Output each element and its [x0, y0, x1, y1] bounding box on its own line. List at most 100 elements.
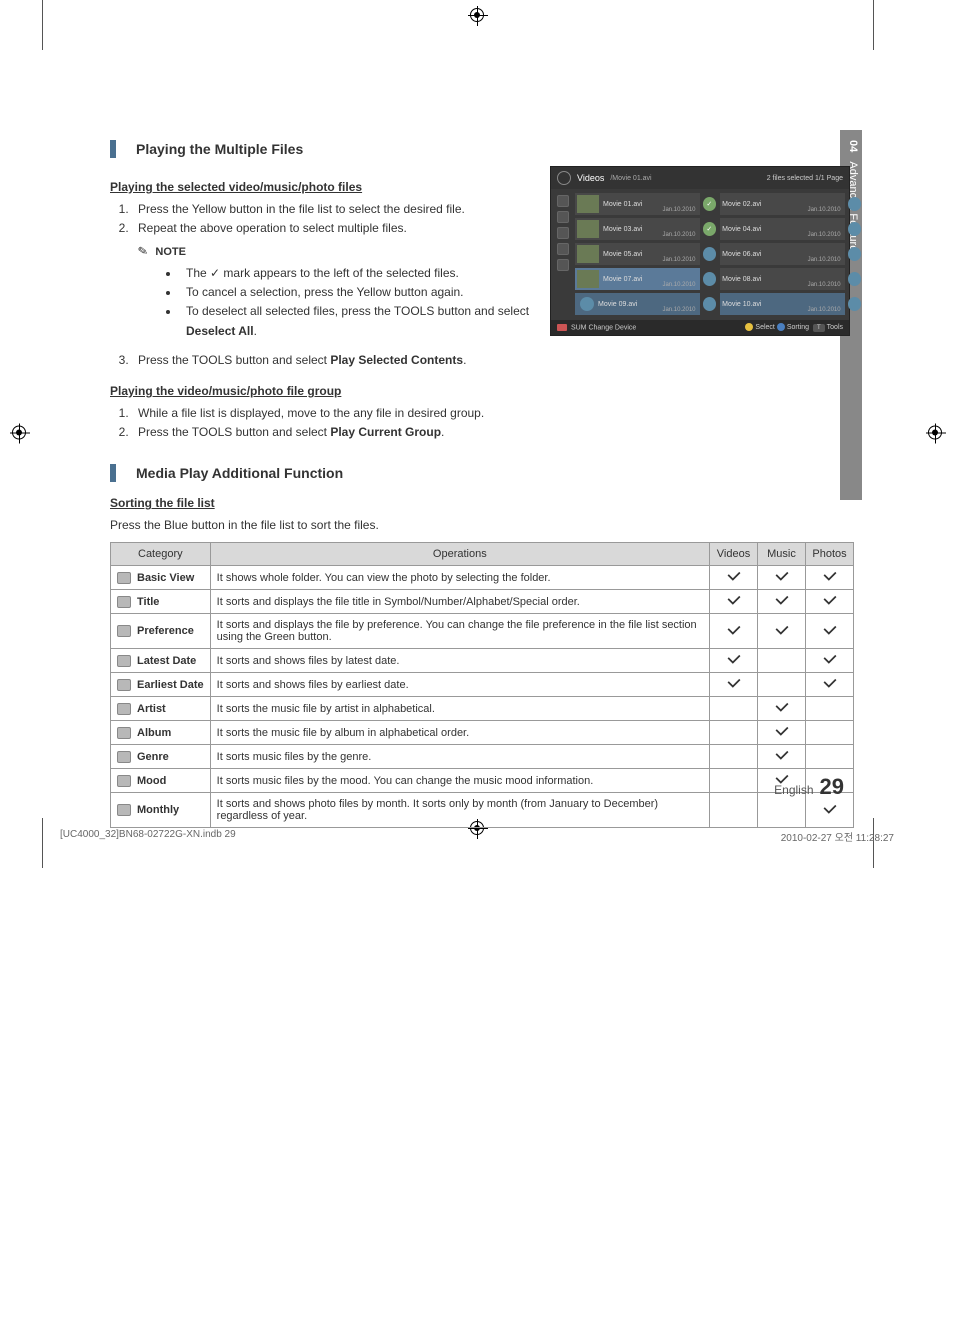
check-icon [727, 654, 741, 667]
operation-cell: It shows whole folder. You can view the … [210, 566, 709, 590]
table-row: Latest DateIt sorts and shows files by l… [111, 649, 854, 673]
file-date: Jan.10.2010 [808, 207, 841, 213]
blue-button-icon [777, 323, 785, 331]
operation-cell: It sorts and shows files by latest date. [210, 649, 709, 673]
category-icon [117, 804, 131, 816]
file-date: Jan.10.2010 [808, 307, 841, 313]
check-icon [727, 595, 741, 608]
check-icon [823, 625, 837, 638]
check-cell [758, 649, 806, 673]
sum-icon [557, 324, 567, 331]
check-cell [710, 697, 758, 721]
category-cell: Album [111, 721, 211, 745]
subheading: Playing the video/music/photo file group [110, 384, 530, 398]
step-item: While a file list is displayed, move to … [132, 404, 530, 423]
category-icon [117, 655, 131, 667]
check-icon [775, 595, 789, 608]
check-cell [806, 590, 854, 614]
file-date: Jan.10.2010 [808, 282, 841, 288]
selection-badge-icon [703, 247, 717, 261]
note-item: To cancel a selection, press the Yellow … [180, 283, 530, 302]
section-bar-icon [110, 464, 116, 482]
selection-badge-icon [848, 272, 862, 286]
tv-file-item: Movie 08.avi Jan.10.2010 [720, 268, 861, 290]
step-list: While a file list is displayed, move to … [110, 404, 530, 442]
note-label: NOTE [155, 246, 186, 258]
note-item: To deselect all selected files, press th… [180, 302, 530, 340]
table-row: PreferenceIt sorts and displays the file… [111, 614, 854, 649]
tv-file-item: Movie 10.avi Jan.10.2010 [720, 293, 861, 315]
operation-cell: It sorts the music file by artist in alp… [210, 697, 709, 721]
table-row: TitleIt sorts and displays the file titl… [111, 590, 854, 614]
category-cell: Title [111, 590, 211, 614]
check-icon [727, 678, 741, 691]
operation-cell: It sorts the music file by album in alph… [210, 721, 709, 745]
check-cell [806, 649, 854, 673]
file-date: Jan.10.2010 [808, 257, 841, 263]
operation-cell: It sorts and shows files by earliest dat… [210, 673, 709, 697]
file-date: Jan.10.2010 [662, 207, 695, 213]
tv-file-item: Movie 02.avi Jan.10.2010 [720, 193, 861, 215]
operation-cell: It sorts and displays the file title in … [210, 590, 709, 614]
thumbnail-icon [577, 195, 599, 213]
selection-badge-icon: ✓ [703, 197, 717, 211]
file-name: Movie 10.avi [722, 301, 761, 308]
body-text: Press the Blue button in the file list t… [110, 516, 854, 534]
check-icon [727, 625, 741, 638]
file-name: Movie 07.avi [603, 276, 642, 283]
table-row: GenreIt sorts music files by the genre. [111, 745, 854, 769]
check-cell [806, 697, 854, 721]
category-cell: Preference [111, 614, 211, 649]
file-date: Jan.10.2010 [662, 307, 695, 313]
section-heading: Playing the Multiple Files [110, 140, 854, 158]
table-row: MonthlyIt sorts and shows photo files by… [111, 793, 854, 828]
category-icon [117, 703, 131, 715]
check-cell [758, 614, 806, 649]
tv-header: Videos /Movie 01.avi 2 files selected 1/… [551, 167, 849, 189]
step-item: Repeat the above operation to select mul… [132, 219, 530, 341]
table-header: Videos [710, 543, 758, 566]
selection-badge-icon [848, 222, 862, 236]
check-cell [806, 566, 854, 590]
tv-file-item: Movie 05.aviJan.10.2010 [575, 243, 716, 265]
print-footer: [UC4000_32]BN68-02722G-XN.indb 29 2010-0… [60, 829, 894, 844]
check-cell [806, 673, 854, 697]
file-name: Movie 01.avi [603, 201, 642, 208]
sidebar-glyph-icon [557, 195, 569, 207]
sidebar-glyph-icon [557, 211, 569, 223]
category-cell: Basic View [111, 566, 211, 590]
selection-badge-icon [848, 197, 862, 211]
category-icon [117, 679, 131, 691]
file-name: Movie 05.avi [603, 251, 642, 258]
check-icon [823, 804, 837, 817]
note-list: The ✓ mark appears to the left of the se… [180, 264, 530, 341]
section-bar-icon [110, 140, 116, 158]
table-row: Earliest DateIt sorts and shows files by… [111, 673, 854, 697]
check-cell [758, 673, 806, 697]
tv-screenshot: Videos /Movie 01.avi 2 files selected 1/… [550, 166, 850, 336]
tv-header-path: /Movie 01.avi [610, 175, 766, 182]
file-name: Movie 08.avi [722, 276, 761, 283]
file-name: Movie 02.avi [722, 201, 761, 208]
operation-cell: It sorts music files by the genre. [210, 745, 709, 769]
table-header: Photos [806, 543, 854, 566]
table-row: Basic ViewIt shows whole folder. You can… [111, 566, 854, 590]
videos-icon [557, 171, 571, 185]
check-icon [823, 595, 837, 608]
footer-language: English [774, 783, 813, 797]
sidebar-glyph-icon [557, 243, 569, 255]
tv-file-item: Movie 01.avi Jan.10.2010 ✓ [575, 193, 716, 215]
table-row: AlbumIt sorts the music file by album in… [111, 721, 854, 745]
step-list: Press the Yellow button in the file list… [110, 200, 530, 370]
file-date: Jan.10.2010 [808, 232, 841, 238]
check-icon [775, 625, 789, 638]
section-title: Media Play Additional Function [136, 465, 343, 481]
check-cell [806, 721, 854, 745]
section-heading: Media Play Additional Function [110, 464, 854, 482]
page-number: 29 [820, 774, 844, 800]
badge-icon [580, 297, 594, 311]
file-name: Movie 06.avi [722, 251, 761, 258]
category-cell: Monthly [111, 793, 211, 828]
tools-key-icon: T [813, 324, 825, 332]
tv-file-list: Movie 01.avi Jan.10.2010 ✓ Movie 02.avi Jan.… [575, 193, 869, 318]
